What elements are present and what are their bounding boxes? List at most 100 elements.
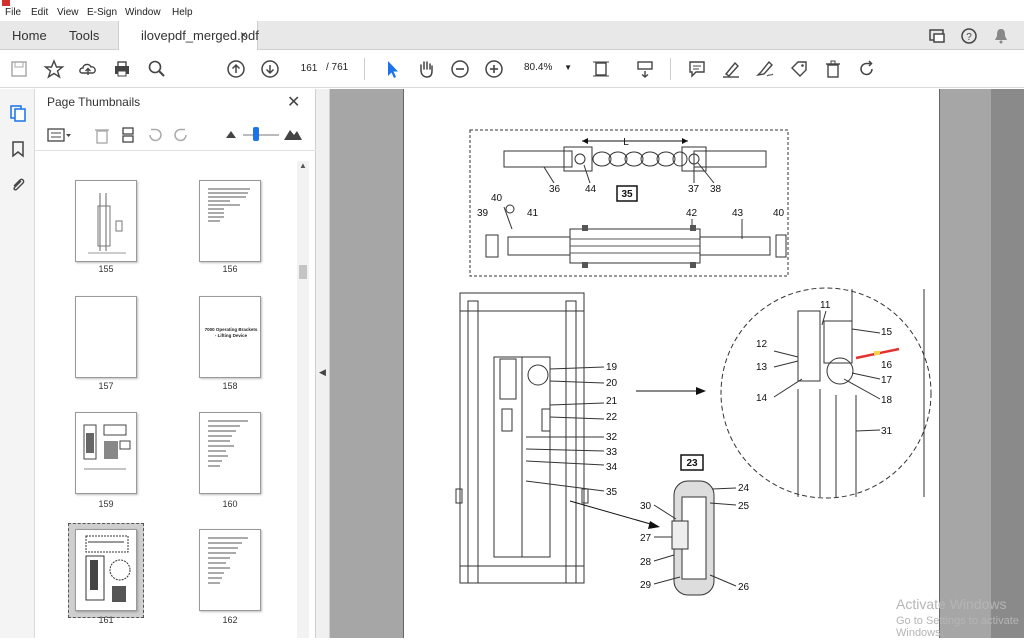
hand-pan-icon[interactable] bbox=[415, 58, 437, 80]
panel-title: Page Thumbnails bbox=[47, 95, 141, 109]
bookmark-star-icon[interactable] bbox=[43, 58, 65, 80]
detail-35-frame bbox=[469, 129, 789, 277]
page-thumbnails-icon[interactable] bbox=[8, 103, 28, 123]
zoom-out-icon[interactable] bbox=[449, 58, 471, 80]
highlight-pen-icon[interactable] bbox=[720, 58, 742, 80]
callout-12: 12 bbox=[756, 339, 768, 350]
callout-32: 32 bbox=[606, 432, 618, 443]
page-thumbnail[interactable] bbox=[199, 529, 261, 611]
detail-circle bbox=[720, 287, 932, 499]
previous-page-icon[interactable] bbox=[225, 58, 247, 80]
callout-11: 11 bbox=[820, 300, 831, 311]
zoom-in-icon[interactable] bbox=[483, 58, 505, 80]
page-total: / 761 bbox=[326, 62, 349, 73]
scrollbar-thumb[interactable] bbox=[299, 265, 307, 279]
stamp-tag-icon[interactable] bbox=[788, 58, 810, 80]
rotate-redo-icon[interactable] bbox=[856, 58, 878, 80]
share-screen-icon[interactable] bbox=[927, 26, 947, 46]
activate-windows-subtext: Go to Settings to activate Windows. bbox=[896, 615, 1019, 639]
page-thumbnail[interactable]: 7000 Operating Brackets - Lifting Device bbox=[199, 296, 261, 378]
callout-42: 42 bbox=[686, 208, 698, 219]
print-icon[interactable] bbox=[111, 58, 133, 80]
detail-35-tag: 35 bbox=[621, 189, 633, 200]
menu-help[interactable]: Help bbox=[172, 7, 193, 18]
next-page-edge bbox=[991, 89, 1024, 638]
document-view[interactable]: L 36 44 37 38 35 39 40 41 42 43 40 19 20… bbox=[330, 89, 1024, 638]
callout-41: 41 bbox=[527, 208, 539, 219]
tab-bar: Home Tools ilovepdf_merged.pdf × ? bbox=[0, 21, 1024, 51]
thumbnail-large-icon[interactable] bbox=[283, 125, 303, 141]
callout-44: 44 bbox=[585, 184, 597, 195]
collapse-arrow-icon[interactable]: ◀ bbox=[319, 367, 326, 378]
zoom-search-icon[interactable] bbox=[146, 58, 168, 80]
chevron-down-icon: ▼ bbox=[564, 63, 572, 72]
draw-freeform-icon[interactable] bbox=[754, 58, 776, 80]
zoom-level-value: 80.4% bbox=[524, 62, 553, 73]
bookmark-icon[interactable] bbox=[8, 139, 28, 159]
callout-18: 18 bbox=[881, 395, 893, 406]
help-icon[interactable]: ? bbox=[959, 26, 979, 46]
callout-13: 13 bbox=[756, 362, 768, 373]
thumbnail-table-160 bbox=[208, 420, 248, 467]
upload-cloud-icon[interactable] bbox=[77, 58, 99, 80]
scroll-mode-icon[interactable] bbox=[634, 58, 656, 80]
thumbnail-label: 158 bbox=[222, 381, 238, 391]
panel-toolbar bbox=[35, 119, 316, 151]
panel-scrollbar[interactable]: ▲ bbox=[297, 161, 309, 638]
comment-icon[interactable] bbox=[686, 58, 708, 80]
attachment-paperclip-icon[interactable] bbox=[8, 175, 28, 195]
thumbnail-size-slider[interactable] bbox=[243, 134, 279, 136]
panel-collapse-handle[interactable]: ◀ bbox=[316, 89, 330, 638]
page-thumbnail[interactable] bbox=[199, 180, 261, 262]
page-thumbnail[interactable] bbox=[199, 412, 261, 494]
scroll-up-icon[interactable]: ▲ bbox=[297, 161, 309, 170]
menu-view[interactable]: View bbox=[57, 7, 79, 18]
slider-handle[interactable] bbox=[253, 127, 259, 141]
page-number-input[interactable]: 161 bbox=[296, 58, 322, 78]
delete-trash-icon[interactable] bbox=[822, 58, 844, 80]
delete-page-icon[interactable] bbox=[93, 125, 111, 145]
menu-file[interactable]: File bbox=[5, 7, 21, 18]
tab-home[interactable]: Home bbox=[12, 21, 47, 50]
menu-edit[interactable]: Edit bbox=[31, 7, 48, 18]
menu-window[interactable]: Window bbox=[125, 7, 161, 18]
thumbnail-small-icon[interactable] bbox=[225, 129, 237, 139]
callout-37: 37 bbox=[688, 184, 700, 195]
activate-windows-watermark: Activate Windows bbox=[896, 596, 1007, 612]
options-menu-icon[interactable] bbox=[47, 127, 73, 143]
left-navigation-rail bbox=[0, 89, 35, 638]
zoom-level-dropdown[interactable]: 80.4% ▼ bbox=[518, 58, 576, 78]
page-thumbnail[interactable] bbox=[75, 296, 137, 378]
callout-39: 39 bbox=[477, 208, 489, 219]
tab-close-button[interactable]: × bbox=[240, 21, 247, 50]
detail-23-tag: 23 bbox=[686, 458, 698, 469]
technical-drawing: L 36 44 37 38 35 39 40 41 42 43 40 19 20… bbox=[455, 129, 932, 596]
callout-40-right: 40 bbox=[773, 208, 785, 219]
thumbnail-label: 159 bbox=[98, 499, 114, 509]
menu-esign[interactable]: E-Sign bbox=[87, 7, 117, 18]
tab-tools[interactable]: Tools bbox=[69, 21, 99, 50]
panel-close-button[interactable]: ✕ bbox=[287, 92, 300, 112]
rotate-ccw-icon[interactable] bbox=[145, 125, 165, 145]
thumbnail-table-156 bbox=[208, 188, 250, 222]
callout-15: 15 bbox=[881, 327, 893, 338]
notification-bell-icon[interactable] bbox=[991, 26, 1011, 46]
page-fit-icon[interactable] bbox=[590, 58, 612, 80]
page-thumbnail[interactable] bbox=[75, 412, 137, 494]
next-page-icon[interactable] bbox=[259, 58, 281, 80]
main-toolbar: 161 / 761 80.4% ▼ bbox=[0, 50, 1024, 88]
rotate-cw-icon[interactable] bbox=[171, 125, 191, 145]
thumbnail-label: 161 bbox=[98, 615, 114, 625]
thumbnail-table-162 bbox=[208, 537, 248, 584]
page-thumbnail-selected[interactable] bbox=[75, 529, 137, 611]
callout-29: 29 bbox=[640, 580, 652, 591]
callout-38: 38 bbox=[710, 184, 722, 195]
callout-40-left: 40 bbox=[491, 193, 503, 204]
select-cursor-icon[interactable] bbox=[381, 58, 403, 80]
page-thumbnail[interactable] bbox=[75, 180, 137, 262]
tab-document[interactable]: ilovepdf_merged.pdf × bbox=[118, 21, 259, 51]
extract-page-icon[interactable] bbox=[119, 125, 139, 145]
callout-20: 20 bbox=[606, 378, 618, 389]
save-icon[interactable] bbox=[8, 58, 30, 80]
callout-35: 35 bbox=[606, 487, 618, 498]
